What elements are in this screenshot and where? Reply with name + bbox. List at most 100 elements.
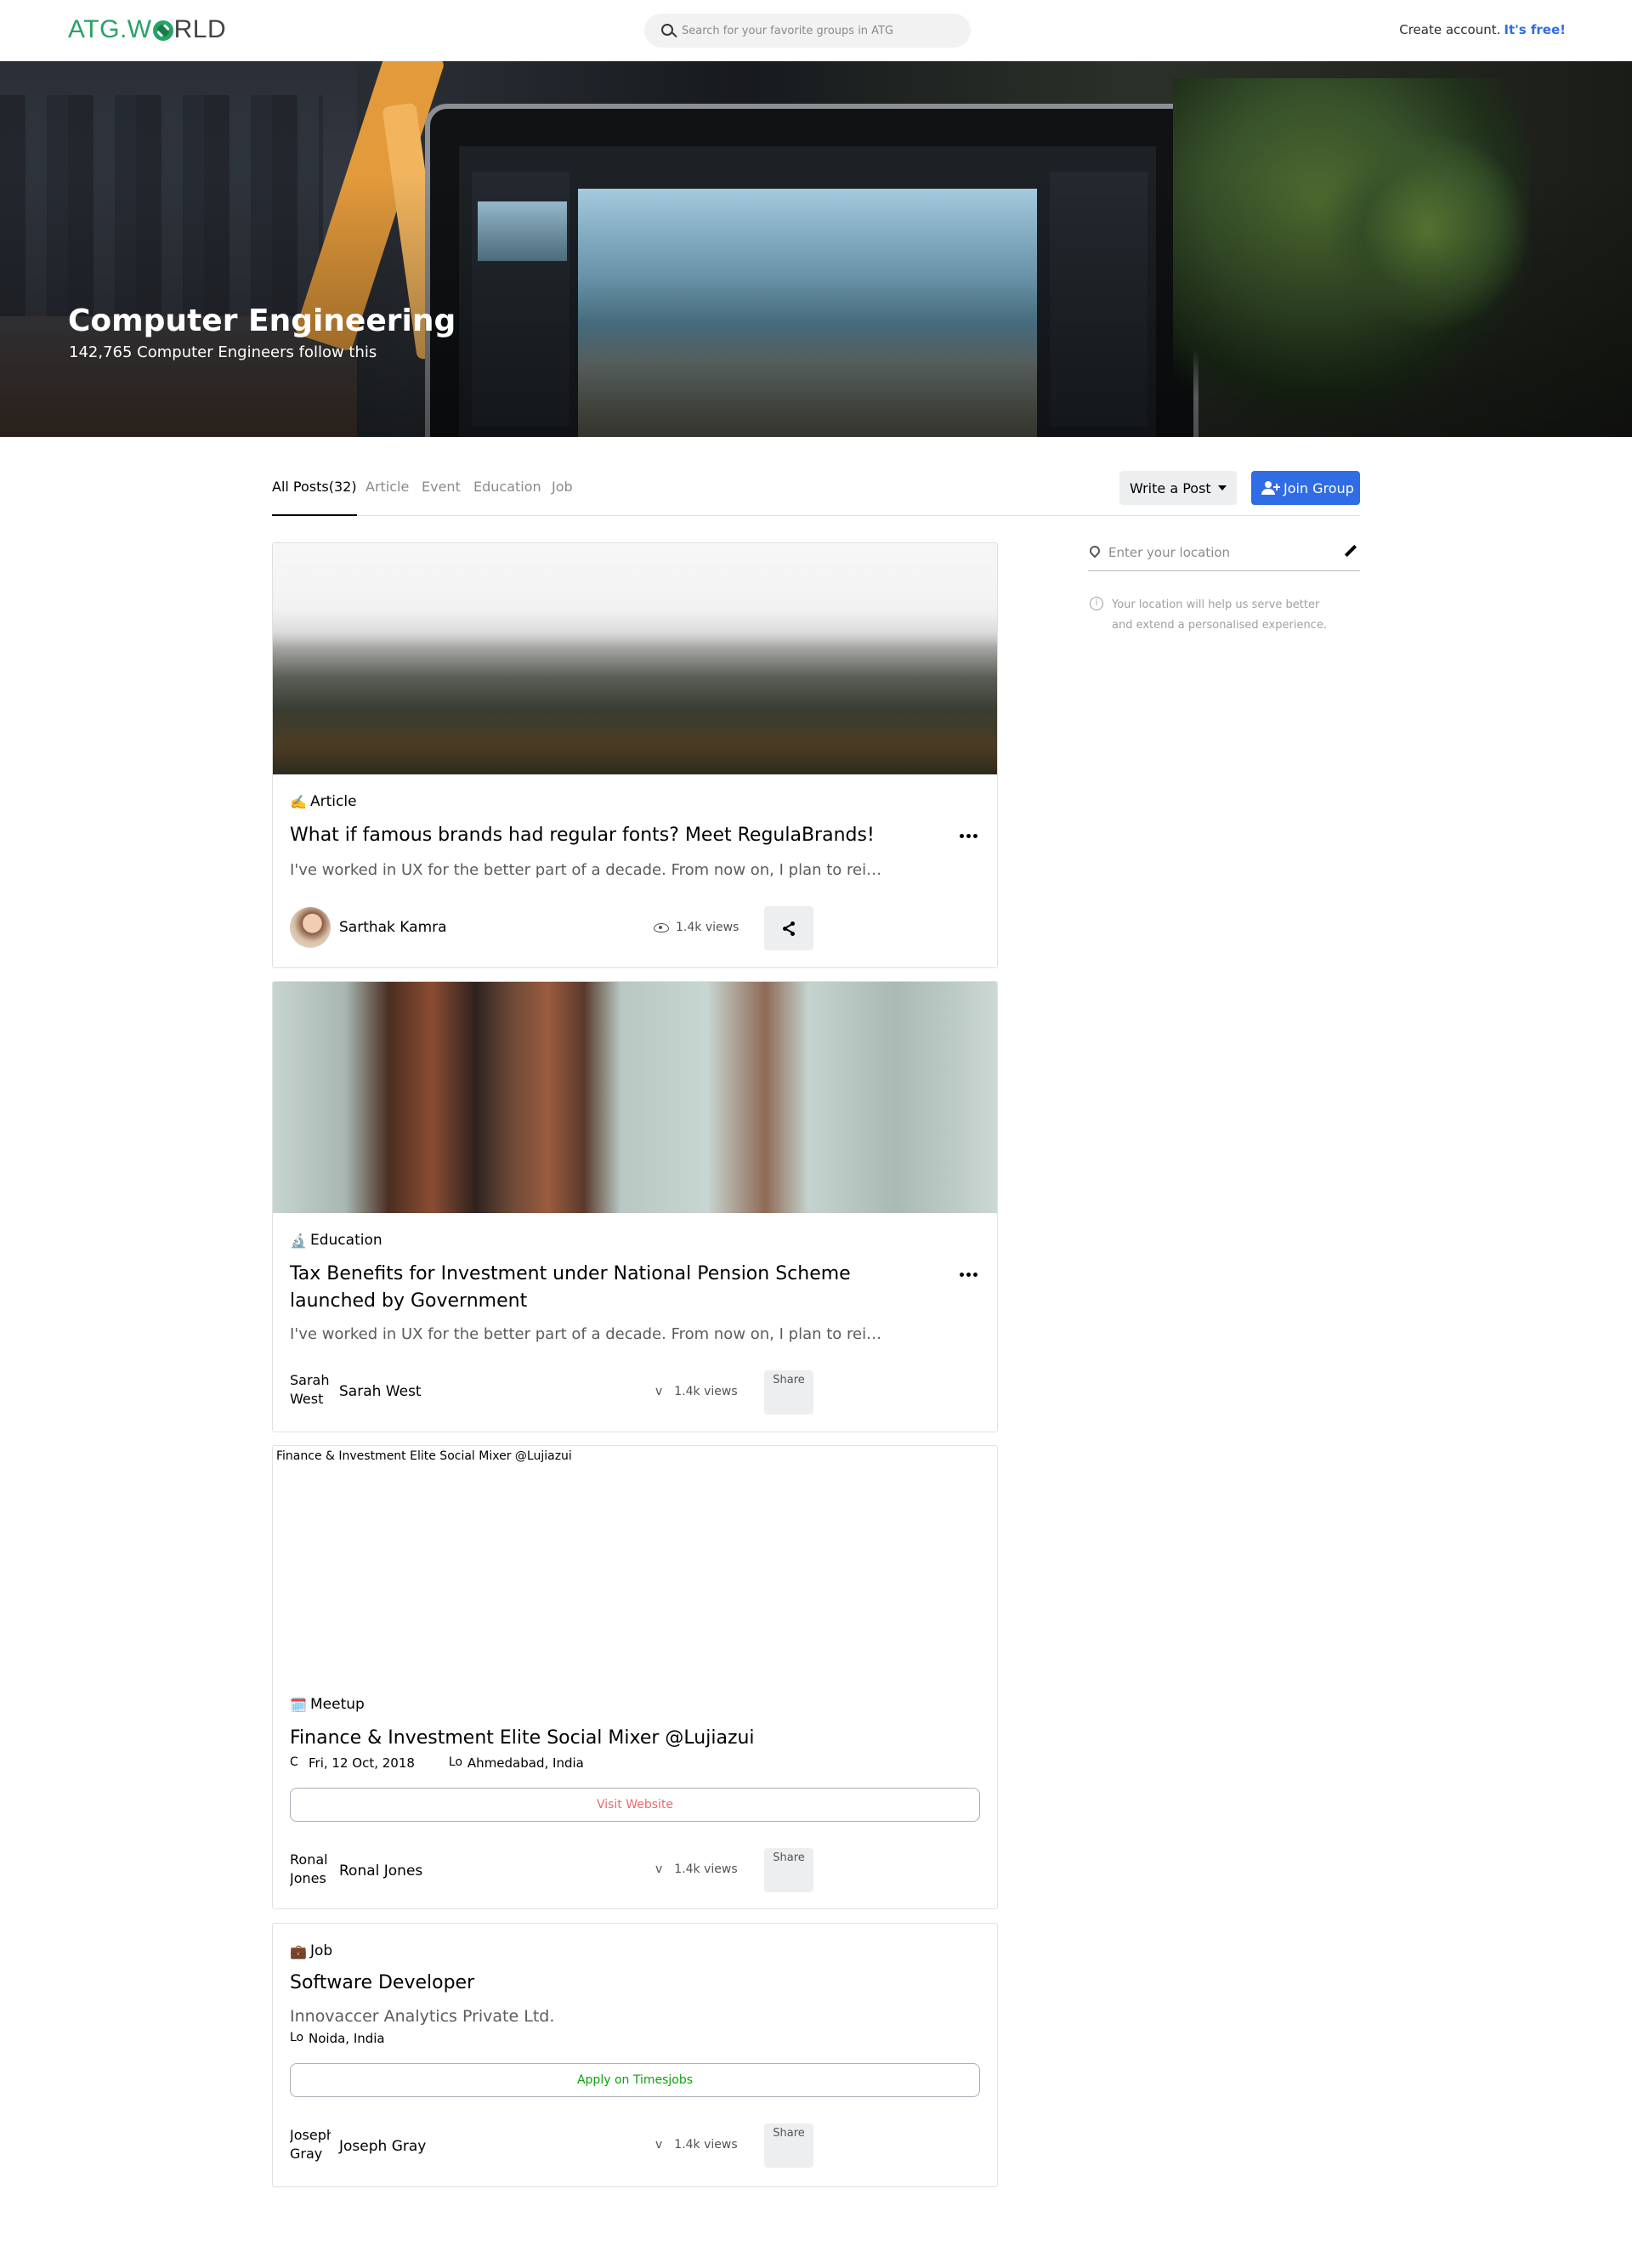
meetup-date-text: Fri, 12 Oct, 2018 [309, 1755, 415, 1771]
post-type: 🔬 Education [290, 1232, 382, 1249]
globe-icon [152, 20, 173, 41]
share-button[interactable]: Share [764, 2123, 813, 2168]
create-account-link[interactable]: Create account. It's free! [1399, 22, 1566, 37]
top-navbar: ATG.W RLD Create account.It's free! [0, 0, 1632, 61]
location-pin-icon [1087, 543, 1102, 558]
job-company: Innovaccer Analytics Private Ltd. [290, 2007, 555, 2026]
tab-event[interactable]: Event [422, 479, 461, 516]
join-group-label: Join Group [1284, 479, 1354, 496]
location-small-icon: Lo [448, 1755, 463, 1769]
post-type-label: Meetup [310, 1696, 365, 1713]
location-info: i Your location will help us serve bette… [1088, 595, 1360, 636]
share-button[interactable]: Share [764, 1848, 813, 1892]
post-type-label: Article [310, 793, 357, 810]
post-type-label: Education [310, 1232, 382, 1249]
logo-text-prefix: ATG.W [68, 15, 152, 43]
meetup-location-text: Ahmedabad, India [467, 1755, 584, 1771]
views-count: 1.4k views [674, 2138, 738, 2152]
eye-icon [654, 922, 669, 933]
avatar-alt-text: Ronal Jones [290, 1851, 328, 1886]
meetup-location: Lo Ahmedabad, India [449, 1755, 584, 1771]
search-icon [656, 14, 690, 48]
share-button[interactable]: Share [764, 1370, 813, 1415]
post-type: 🗓️ Meetup [290, 1696, 365, 1713]
meetup-meta: C Fri, 12 Oct, 2018 Lo Ahmedabad, India [290, 1755, 618, 1771]
post-type-label: Job [310, 1942, 333, 1959]
post-card-meetup[interactable]: Finance & Investment Elite Social Mixer … [272, 1445, 998, 1909]
post-cover-image: Finance & Investment Elite Social Mixer … [273, 1446, 997, 1677]
group-add-icon [1261, 481, 1280, 495]
post-cover-image [273, 982, 997, 1213]
post-views: v 1.4k views [654, 1385, 738, 1398]
more-options-icon[interactable] [960, 834, 978, 839]
eye-icon: v [655, 1863, 663, 1876]
tab-job[interactable]: Job [552, 479, 573, 516]
share-icon [783, 921, 795, 936]
location-small-icon: Lo [290, 2031, 304, 2044]
calendar-small-icon: C [290, 1755, 298, 1769]
avatar-alt-text: Sarah West [290, 1372, 330, 1407]
post-author[interactable]: Sarthak Kamra [290, 907, 447, 948]
avatar [290, 907, 331, 948]
search-bar[interactable] [644, 14, 971, 48]
free-text: It's free! [1504, 22, 1566, 37]
write-post-button[interactable]: Write a Post [1119, 471, 1237, 505]
post-description: I've worked in UX for the better part of… [290, 1325, 882, 1343]
caret-down-icon [1218, 485, 1227, 490]
search-input[interactable] [682, 14, 954, 48]
visit-website-button[interactable]: Visit Website [290, 1788, 980, 1822]
post-views: v 1.4k views [654, 1863, 738, 1876]
post-views: v 1.4k views [654, 2138, 738, 2152]
post-title[interactable]: Tax Benefits for Investment under Nation… [290, 1261, 936, 1315]
create-account-text: Create account. [1399, 22, 1501, 37]
job-location-text: Noida, India [309, 2031, 385, 2046]
post-card-job[interactable]: 💼 Job Software Developer Innovaccer Anal… [272, 1923, 998, 2187]
views-count: 1.4k views [674, 1863, 738, 1876]
calendar-icon: 🗓️ [290, 1696, 307, 1713]
join-group-button[interactable]: Join Group [1251, 471, 1360, 505]
more-options-icon[interactable] [960, 1273, 978, 1278]
post-type: 💼 Job [290, 1942, 332, 1959]
location-input[interactable] [1108, 542, 1329, 563]
tab-education[interactable]: Education [473, 479, 541, 516]
post-title[interactable]: What if famous brands had regular fonts?… [290, 822, 936, 849]
group-title: Computer Engineering [68, 303, 456, 338]
author-name: Ronal Jones [339, 1863, 423, 1880]
post-card-education[interactable]: 🔬 Education Tax Benefits for Investment … [272, 981, 998, 1432]
tab-all-posts[interactable]: All Posts(32) [272, 479, 357, 516]
views-count: 1.4k views [674, 1385, 738, 1398]
post-author[interactable]: Joseph Gray Joseph Gray [290, 2126, 426, 2167]
avatar-alt-text: Joseph Gray [290, 2127, 331, 2162]
post-views: 1.4k views [654, 921, 739, 934]
write-post-label: Write a Post [1130, 479, 1211, 496]
post-title[interactable]: Finance & Investment Elite Social Mixer … [290, 1725, 936, 1752]
views-count: 1.4k views [676, 921, 740, 934]
eye-icon: v [655, 1385, 663, 1398]
post-title[interactable]: Software Developer [290, 1970, 936, 1997]
meetup-date: C Fri, 12 Oct, 2018 [290, 1755, 415, 1771]
post-author[interactable]: Ronal Jones Ronal Jones [290, 1851, 422, 1891]
pen-icon: ✍️ [290, 793, 307, 810]
post-card-article[interactable]: ✍️ Article What if famous brands had reg… [272, 542, 998, 968]
image-alt-text: Finance & Investment Elite Social Mixer … [276, 1449, 572, 1463]
eye-icon: v [655, 2138, 663, 2152]
hero-banner: Computer Engineering 142,765 Computer En… [0, 61, 1632, 437]
briefcase-icon: 💼 [290, 1942, 307, 1959]
logo-text-suffix: RLD [173, 15, 227, 43]
share-button[interactable] [764, 906, 813, 950]
info-icon: i [1090, 597, 1103, 610]
tab-article[interactable]: Article [366, 479, 409, 516]
atg-world-logo[interactable]: ATG.W RLD [68, 15, 226, 44]
location-field[interactable] [1087, 539, 1360, 571]
author-name: Sarah West [339, 1383, 422, 1400]
job-meta: Lo Noida, India [290, 2031, 419, 2046]
author-name: Sarthak Kamra [339, 919, 447, 936]
apply-button[interactable]: Apply on Timesjobs [290, 2063, 980, 2097]
microscope-icon: 🔬 [290, 1232, 307, 1249]
post-author[interactable]: Sarah West Sarah West [290, 1371, 422, 1412]
job-location: Lo Noida, India [290, 2031, 385, 2046]
location-info-text: Your location will help us serve better … [1112, 598, 1327, 632]
author-name: Joseph Gray [339, 2138, 427, 2155]
edit-pencil-icon[interactable] [1343, 544, 1358, 559]
group-followers: 142,765 Computer Engineers follow this [69, 343, 377, 361]
